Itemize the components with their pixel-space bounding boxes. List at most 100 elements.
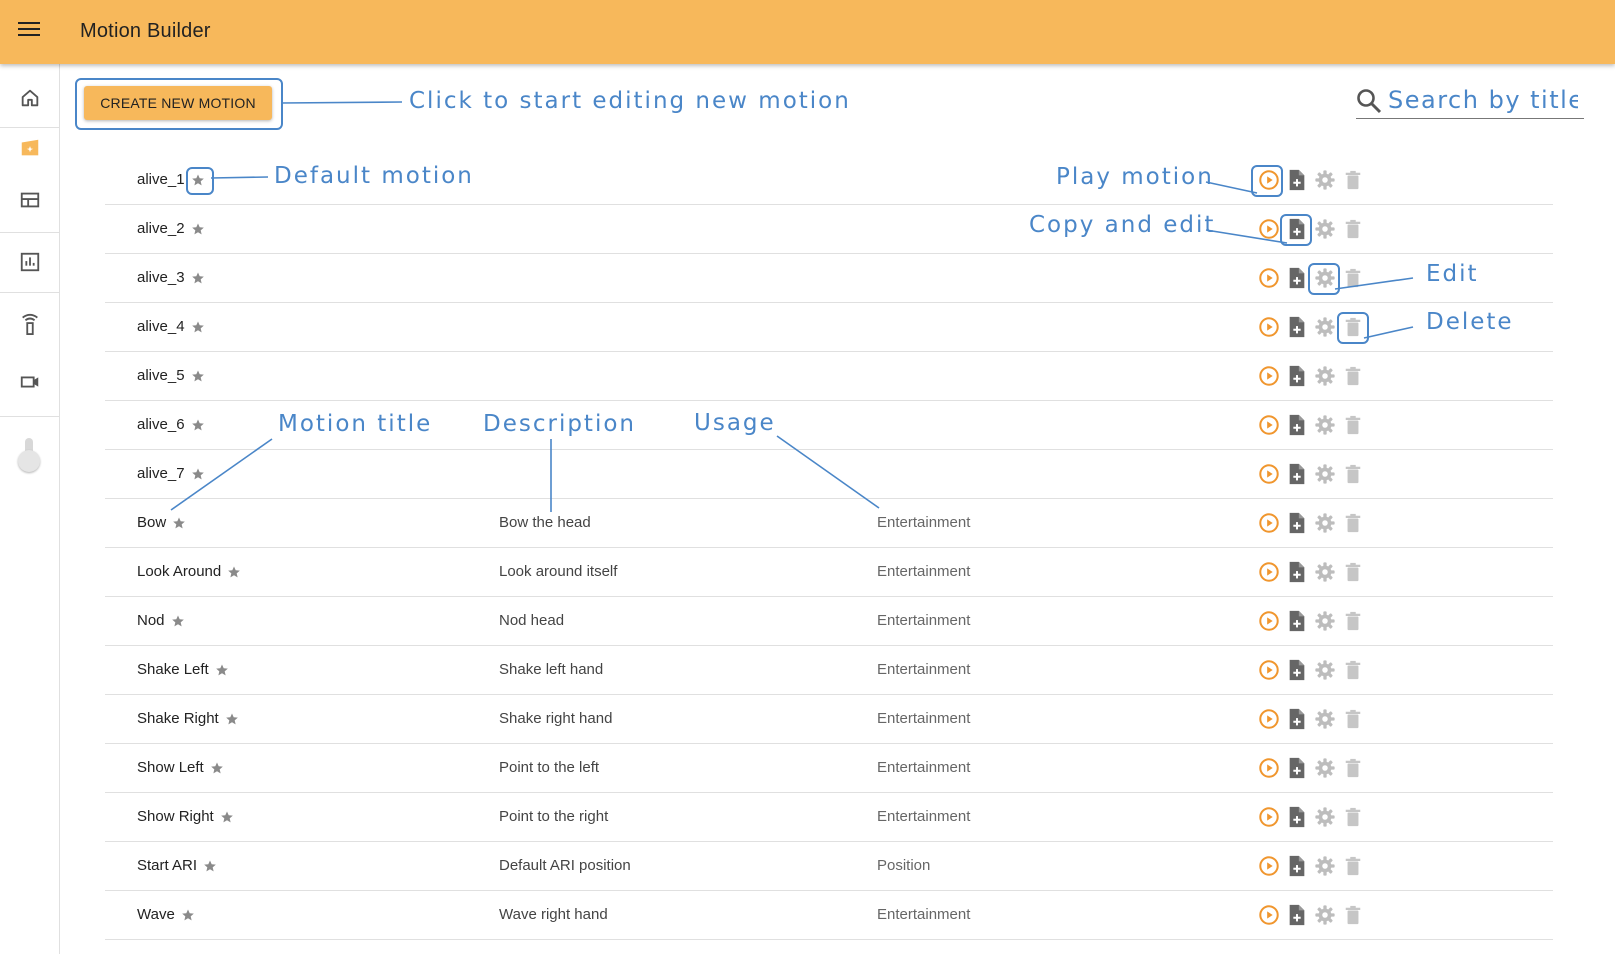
gear-icon[interactable] [1311, 755, 1339, 781]
play-icon[interactable] [1255, 559, 1283, 585]
play-icon[interactable] [1255, 363, 1283, 389]
motion-row[interactable]: Bow Bow the head Entertainment [105, 498, 1553, 548]
trash-icon[interactable] [1339, 167, 1367, 193]
trash-icon[interactable] [1339, 412, 1367, 438]
default-star-icon[interactable] [227, 565, 241, 579]
menu-icon[interactable] [18, 22, 40, 40]
toggle-switch[interactable] [18, 436, 40, 472]
play-icon[interactable] [1255, 657, 1283, 683]
copy-edit-icon[interactable] [1283, 755, 1311, 781]
home-icon[interactable] [0, 78, 59, 118]
trash-icon[interactable] [1339, 706, 1367, 732]
trash-icon[interactable] [1339, 559, 1367, 585]
dashboard-icon[interactable] [0, 180, 59, 220]
default-star-icon[interactable] [191, 271, 205, 285]
default-star-icon[interactable] [210, 761, 224, 775]
copy-edit-icon[interactable] [1283, 559, 1311, 585]
gear-icon[interactable] [1311, 559, 1339, 585]
copy-edit-icon[interactable] [1283, 363, 1311, 389]
motion-row[interactable]: Nod Nod head Entertainment [105, 596, 1553, 646]
play-icon[interactable] [1255, 314, 1283, 340]
gear-icon[interactable] [1311, 461, 1339, 487]
copy-edit-icon[interactable] [1283, 412, 1311, 438]
default-star-icon[interactable] [220, 810, 234, 824]
play-icon[interactable] [1255, 510, 1283, 536]
copy-edit-icon[interactable] [1283, 706, 1311, 732]
default-star-icon[interactable] [225, 712, 239, 726]
motion-row[interactable]: Shake Left Shake left hand Entertainment [105, 645, 1553, 695]
gear-icon[interactable] [1311, 657, 1339, 683]
play-icon[interactable] [1255, 608, 1283, 634]
copy-edit-icon[interactable] [1283, 902, 1311, 928]
trash-icon[interactable] [1339, 216, 1367, 242]
play-icon[interactable] [1255, 902, 1283, 928]
copy-edit-icon[interactable] [1283, 657, 1311, 683]
copy-edit-icon[interactable] [1283, 804, 1311, 830]
motion-row[interactable]: Shake Right Shake right hand Entertainment [105, 694, 1553, 744]
default-star-icon[interactable] [172, 516, 186, 530]
trash-icon[interactable] [1339, 608, 1367, 634]
play-icon[interactable] [1255, 755, 1283, 781]
motion-row[interactable]: alive_2 [105, 204, 1553, 254]
play-icon[interactable] [1255, 216, 1283, 242]
default-star-icon[interactable] [191, 320, 205, 334]
motion-row[interactable]: Show Right Point to the right Entertainmen… [105, 792, 1553, 842]
trash-icon[interactable] [1339, 461, 1367, 487]
copy-edit-icon[interactable] [1283, 510, 1311, 536]
trash-icon[interactable] [1339, 510, 1367, 536]
video-icon[interactable] [0, 362, 59, 402]
gear-icon[interactable] [1311, 167, 1339, 193]
gear-icon[interactable] [1311, 363, 1339, 389]
trash-icon[interactable] [1339, 363, 1367, 389]
play-icon[interactable] [1255, 853, 1283, 879]
motion-row[interactable]: Wave Wave right hand Entertainment [105, 890, 1553, 940]
motion-row[interactable]: alive_4 [105, 302, 1553, 352]
motion-icon[interactable] [0, 128, 59, 168]
trash-icon[interactable] [1339, 902, 1367, 928]
gear-icon[interactable] [1311, 216, 1339, 242]
play-icon[interactable] [1255, 412, 1283, 438]
analytics-icon[interactable] [0, 242, 59, 282]
default-star-icon[interactable] [171, 614, 185, 628]
motion-row[interactable]: alive_7 [105, 449, 1553, 499]
gear-icon[interactable] [1311, 608, 1339, 634]
play-icon[interactable] [1255, 706, 1283, 732]
trash-icon[interactable] [1339, 657, 1367, 683]
remote-icon[interactable] [0, 304, 59, 344]
copy-edit-icon[interactable] [1283, 314, 1311, 340]
gear-icon[interactable] [1311, 804, 1339, 830]
copy-edit-icon[interactable] [1283, 853, 1311, 879]
gear-icon[interactable] [1311, 510, 1339, 536]
gear-icon[interactable] [1311, 902, 1339, 928]
trash-icon[interactable] [1339, 853, 1367, 879]
motion-row[interactable]: alive_5 [105, 351, 1553, 401]
search-field[interactable] [1356, 84, 1584, 119]
play-icon[interactable] [1255, 265, 1283, 291]
search-input[interactable] [1388, 84, 1578, 116]
motion-row[interactable]: Look Around Look around itself Entertainme… [105, 547, 1553, 597]
copy-edit-icon[interactable] [1283, 265, 1311, 291]
play-icon[interactable] [1255, 461, 1283, 487]
copy-edit-icon[interactable] [1283, 608, 1311, 634]
trash-icon[interactable] [1339, 804, 1367, 830]
copy-edit-icon[interactable] [1283, 167, 1311, 193]
default-star-icon[interactable] [191, 418, 205, 432]
play-icon[interactable] [1255, 804, 1283, 830]
default-star-icon[interactable] [191, 467, 205, 481]
row-actions [1255, 412, 1367, 438]
default-star-icon[interactable] [191, 222, 205, 236]
gear-icon[interactable] [1311, 412, 1339, 438]
default-star-icon[interactable] [191, 369, 205, 383]
default-star-icon[interactable] [215, 663, 229, 677]
gear-icon[interactable] [1311, 314, 1339, 340]
motion-row[interactable]: Start ARI Default ARI position Position [105, 841, 1553, 891]
motion-row[interactable]: Show Left Point to the left Entertainment [105, 743, 1553, 793]
motion-description: Shake left hand [499, 661, 604, 678]
default-star-icon[interactable] [181, 908, 195, 922]
trash-icon[interactable] [1339, 755, 1367, 781]
copy-edit-icon[interactable] [1283, 461, 1311, 487]
gear-icon[interactable] [1311, 706, 1339, 732]
gear-icon[interactable] [1311, 853, 1339, 879]
default-star-icon[interactable] [203, 859, 217, 873]
trash-icon[interactable] [1339, 265, 1367, 291]
